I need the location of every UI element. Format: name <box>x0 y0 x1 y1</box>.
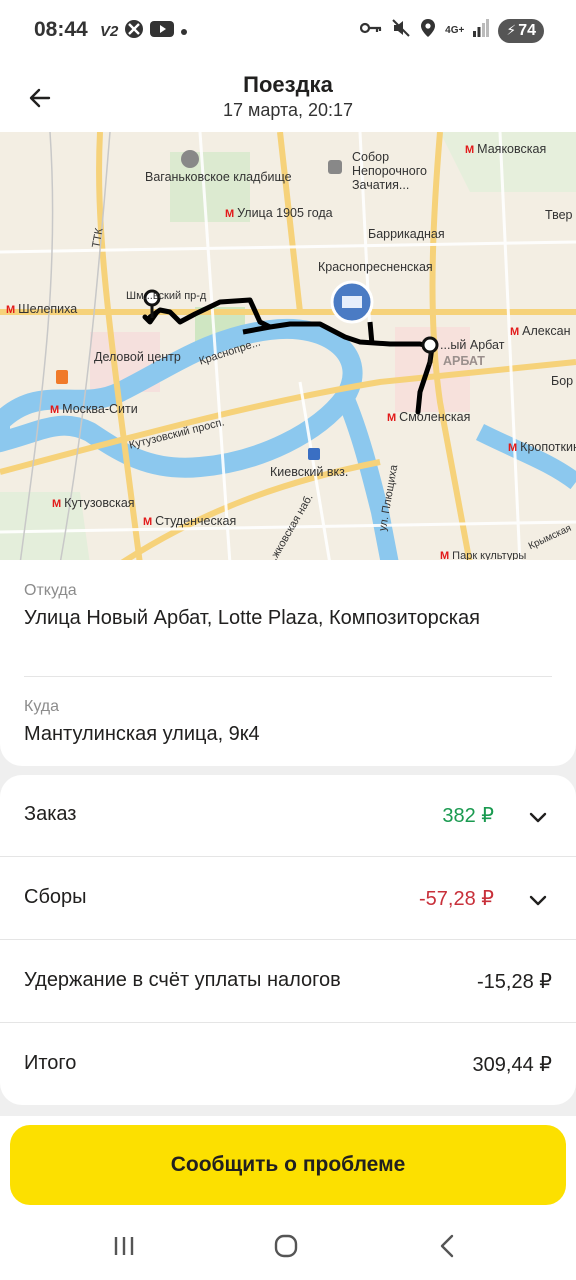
trip-header: Поездка 17 марта, 20:17 <box>0 62 576 132</box>
map-label: Киевский вкз. <box>270 465 349 479</box>
mute-icon <box>391 18 411 43</box>
order-label: Заказ <box>24 803 77 825</box>
total-row: Итого 309,44 ₽ <box>0 1024 576 1106</box>
map-label: ...ый Арбат <box>440 338 505 352</box>
map-label: Твер <box>545 208 573 222</box>
addresses-divider <box>24 676 552 677</box>
status-time: 08:44 <box>34 18 88 41</box>
status-right-icons: 4G+ ⚡ 74 <box>360 18 544 43</box>
map-label: Шм...вский пр-д <box>126 290 207 302</box>
total-amount: 309,44 ₽ <box>472 1054 552 1076</box>
trip-addresses-card: Откуда Улица Новый Арбат, Lotte Plaza, К… <box>0 560 576 766</box>
bottom-panel: Сообщить о проблеме <box>0 1116 576 1280</box>
row-divider <box>0 856 576 857</box>
dot-icon <box>180 23 188 40</box>
fees-label: Сборы <box>24 886 87 908</box>
from-address: Улица Новый Арбат, Lotte Plaza, Композит… <box>24 607 480 629</box>
v2-badge: V2 <box>100 22 119 40</box>
map-label: Собор Непорочного Зачатия... <box>352 150 427 192</box>
order-amount: 382 ₽ <box>442 805 494 827</box>
battery-level: 74 <box>518 21 536 39</box>
map-label: Краснопресненская <box>318 260 433 274</box>
home-icon <box>274 1234 298 1258</box>
recent-apps-button[interactable] <box>104 1228 144 1264</box>
from-label: Откуда <box>24 582 77 599</box>
status-bar: 08:44 V2 4G+ ⚡ 74 <box>0 0 576 62</box>
xbox-icon <box>124 19 144 43</box>
payment-card: Заказ 382 ₽ Сборы -57,28 ₽ Удержание в с… <box>0 775 576 1105</box>
total-label: Итого <box>24 1052 77 1074</box>
home-button[interactable] <box>266 1228 306 1264</box>
network-type-icon: 4G+ <box>445 24 465 36</box>
map-label: АРБАТ <box>443 354 485 368</box>
page-title: Поездка <box>243 72 333 97</box>
route-map[interactable]: Ваганьковское кладбище Собор Непорочного… <box>0 132 576 564</box>
map-label-metro: Маяковская <box>465 142 546 156</box>
chevron-left-icon <box>440 1234 454 1258</box>
to-address: Мантулинская улица, 9к4 <box>24 723 260 745</box>
signal-icon <box>473 19 490 42</box>
battery-icon: ⚡ 74 <box>498 18 544 43</box>
map-label: Ваганьковское кладбище <box>145 170 292 184</box>
fees-row[interactable]: Сборы -57,28 ₽ <box>0 858 576 940</box>
map-label-metro: Кропоткин <box>508 440 576 454</box>
map-label-metro: Смоленская <box>387 410 470 424</box>
map-label: Баррикадная <box>368 227 445 241</box>
trip-datetime: 17 марта, 20:17 <box>222 100 354 120</box>
map-label-metro: Алексан <box>510 324 570 338</box>
order-row[interactable]: Заказ 382 ₽ <box>0 775 576 857</box>
status-left-icons: V2 <box>100 19 188 43</box>
map-label-metro: Москва-Сити <box>50 402 138 416</box>
youtube-icon <box>150 20 175 42</box>
tax-amount: -15,28 ₽ <box>477 971 552 993</box>
map-label: Деловой центр <box>94 350 181 364</box>
location-icon <box>420 18 436 43</box>
report-problem-button[interactable]: Сообщить о проблеме <box>10 1125 566 1205</box>
map-label-metro: Шелепиха <box>6 302 77 316</box>
fees-amount: -57,28 ₽ <box>419 888 494 910</box>
vpn-key-icon <box>360 21 382 40</box>
chevron-down-icon[interactable] <box>526 888 550 912</box>
row-divider <box>0 939 576 940</box>
to-label: Куда <box>24 698 60 715</box>
system-back-button[interactable] <box>428 1228 468 1264</box>
map-label: Бор <box>551 374 574 388</box>
map-label-metro: Кутузовская <box>52 496 134 510</box>
tax-row: Удержание в счёт уплаты налогов -15,28 ₽ <box>0 941 576 1023</box>
row-divider <box>0 1022 576 1023</box>
map-label-metro: Улица 1905 года <box>225 206 332 220</box>
chevron-down-icon[interactable] <box>526 805 550 829</box>
system-nav-bar <box>0 1212 576 1280</box>
map-label-metro: Студенческая <box>143 514 236 528</box>
tax-label: Удержание в счёт уплаты налогов <box>24 969 341 991</box>
recent-apps-icon <box>114 1237 134 1255</box>
